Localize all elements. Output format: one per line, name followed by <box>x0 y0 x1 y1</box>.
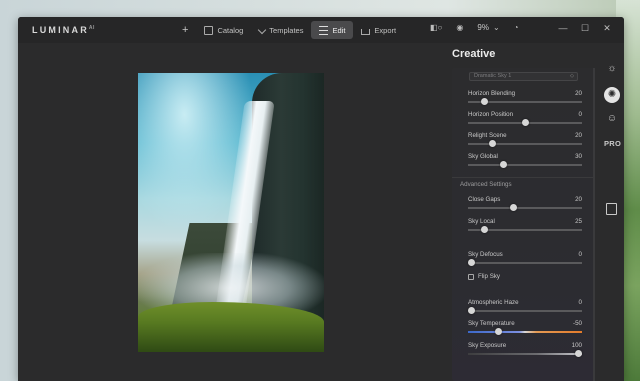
slider-track[interactable] <box>468 262 582 264</box>
add-button[interactable]: + <box>174 24 196 36</box>
top-bar: LUMINARAI + Catalog Templates Edit Expor… <box>18 17 624 43</box>
panel-title: Creative <box>452 48 496 60</box>
slider-atmospheric-haze[interactable]: Atmospheric Haze 0 <box>468 299 582 315</box>
slider-knob[interactable] <box>468 307 475 314</box>
close-button[interactable]: ✕ <box>596 23 618 34</box>
slider-track[interactable] <box>468 143 582 145</box>
window-controls: — ☐ ✕ <box>552 23 618 34</box>
slider-sky-defocus[interactable]: Sky Defocus 0 <box>468 251 582 267</box>
slider-sky-temperature[interactable]: Sky Temperature -50 <box>468 320 582 336</box>
maximize-button[interactable]: ☐ <box>574 23 596 34</box>
frame-icon[interactable] <box>606 203 617 215</box>
flip-sky-option[interactable]: Flip Sky <box>468 273 500 280</box>
chevron-updown-icon: ◇ <box>570 73 574 79</box>
slider-knob[interactable] <box>480 98 488 105</box>
slider-knob[interactable] <box>489 140 497 147</box>
folder-icon <box>204 25 214 35</box>
slider-horizon-blending[interactable]: Horizon Blending 20 <box>468 90 582 106</box>
section-divider <box>452 177 595 178</box>
slider-knob[interactable] <box>575 350 582 357</box>
compare-icon[interactable]: ◧○ <box>430 23 442 32</box>
app-logo: LUMINARAI <box>32 25 95 35</box>
slider-track[interactable] <box>468 164 582 166</box>
palette-icon[interactable]: ✺ <box>604 87 620 103</box>
slider-track[interactable] <box>468 310 582 312</box>
sky-preset-select[interactable]: Dramatic Sky 1 ◇ <box>469 72 578 81</box>
slider-knob[interactable] <box>480 226 488 233</box>
slider-sky-global[interactable]: Sky Global 30 <box>468 153 582 169</box>
slider-sky-local[interactable]: Sky Local 25 <box>468 218 582 234</box>
slider-track[interactable] <box>468 331 582 333</box>
slider-horizon-position[interactable]: Horizon Position 0 <box>468 111 582 127</box>
sky-ai-tool: Dramatic Sky 1 ◇ Horizon Blending 20 Hor… <box>452 68 595 381</box>
templates-icon <box>258 25 267 35</box>
slider-knob[interactable] <box>521 119 529 126</box>
tab-edit[interactable]: Edit <box>311 21 354 39</box>
slider-track[interactable] <box>468 353 582 355</box>
zoom-value[interactable]: 9% <box>477 23 489 32</box>
slider-knob[interactable] <box>509 204 517 211</box>
tab-templates[interactable]: Templates <box>251 21 311 39</box>
sliders-icon <box>319 25 329 35</box>
slider-track[interactable] <box>468 207 582 209</box>
chevron-down-icon[interactable]: ⌄ <box>493 23 500 32</box>
slider-sky-exposure[interactable]: Sky Exposure 100 <box>468 342 582 358</box>
slider-knob[interactable] <box>500 161 508 168</box>
slider-relight-scene[interactable]: Relight Scene 20 <box>468 132 582 148</box>
luminar-window: LUMINARAI + Catalog Templates Edit Expor… <box>18 17 624 381</box>
photo-canvas[interactable] <box>138 73 324 352</box>
flip-sky-checkbox[interactable] <box>468 273 474 280</box>
advanced-settings-header[interactable]: Advanced Settings <box>460 181 512 188</box>
pro-tools-label[interactable]: PRO <box>604 139 621 148</box>
view-tools: ◧○ ◉ 9% ⌄ ◔ <box>430 23 532 32</box>
slider-knob[interactable] <box>468 259 475 266</box>
photo-grass <box>138 302 324 352</box>
slider-close-gaps[interactable]: Close Gaps 20 <box>468 196 582 212</box>
tab-export[interactable]: Export <box>353 21 404 39</box>
face-icon[interactable]: ☺ <box>604 111 620 127</box>
tool-category-rail: ☼ ✺ ☺ PRO <box>600 43 624 381</box>
creative-panel: Creative Dramatic Sky 1 ◇ Horizon Blendi… <box>444 43 597 381</box>
export-icon <box>361 28 371 35</box>
slider-knob[interactable] <box>494 328 502 335</box>
main-nav: + Catalog Templates Edit Export <box>174 21 404 39</box>
panel-scrollbar[interactable] <box>593 68 595 381</box>
eye-icon[interactable]: ◉ <box>456 23 463 32</box>
tab-catalog[interactable]: Catalog <box>196 21 251 39</box>
sun-icon[interactable]: ☼ <box>604 61 620 77</box>
minimize-button[interactable]: — <box>552 23 574 34</box>
clock-icon[interactable]: ◔ <box>514 23 519 32</box>
